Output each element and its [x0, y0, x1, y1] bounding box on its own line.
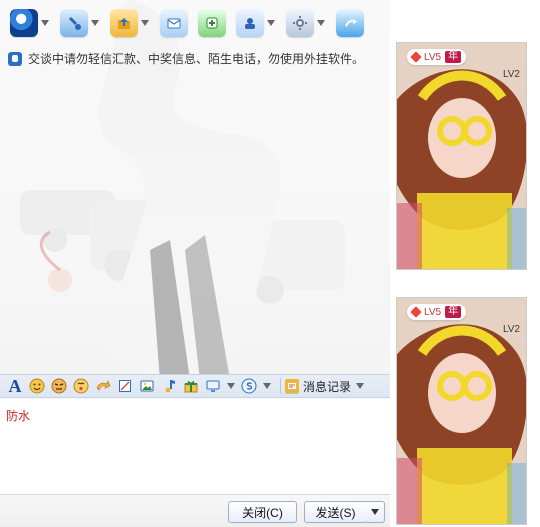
heart-icon [410, 306, 422, 318]
screen-share-button[interactable] [204, 377, 222, 395]
file-transfer-icon [110, 9, 138, 37]
shake-icon [96, 380, 111, 391]
chat-window: 交谈中请勿轻信汇款、中奖信息、陌生电话，勿使用外挂软件。 A 消息记录 防水 关… [0, 0, 540, 527]
image-icon [140, 380, 154, 392]
bottom-bar: 关闭(C) 发送(S) [0, 494, 390, 527]
level-text: LV5 [424, 306, 442, 318]
settings-button[interactable] [284, 6, 328, 40]
voice-icon [60, 9, 88, 37]
screenshot-icon [119, 380, 131, 392]
video-call-button[interactable] [8, 6, 52, 40]
team-button[interactable] [234, 6, 278, 40]
security-notice-text: 交谈中请勿轻信汇款、中奖信息、陌生电话，勿使用外挂软件。 [28, 52, 365, 66]
font-icon: A [8, 376, 22, 396]
music-button[interactable] [160, 377, 178, 395]
file-transfer-button[interactable] [108, 6, 152, 40]
message-record-button[interactable]: 消息记录 [280, 377, 369, 395]
share-icon [336, 9, 364, 37]
level-text: LV5 [424, 51, 442, 63]
send-button[interactable]: 发送(S) [304, 501, 367, 523]
screen-share-icon [206, 380, 220, 392]
voice-call-button[interactable] [58, 6, 102, 40]
payment-button[interactable] [240, 377, 258, 395]
settings-icon [286, 9, 314, 37]
mail-icon [160, 9, 188, 37]
chevron-down-icon[interactable] [40, 18, 50, 28]
shield-icon [8, 51, 22, 66]
music-icon [165, 380, 175, 393]
mail-button[interactable] [158, 6, 190, 40]
sticker-icon [73, 378, 89, 394]
corner-level: LV2 [502, 324, 520, 335]
video-icon [10, 9, 38, 37]
message-record-icon [285, 379, 299, 393]
sticker-button[interactable] [72, 377, 90, 395]
smile-icon [29, 378, 45, 394]
share-button[interactable] [334, 6, 366, 40]
chevron-down-icon[interactable] [90, 18, 100, 28]
self-photo: LV5 年 LV2 [396, 297, 527, 525]
heart-icon [410, 51, 422, 63]
team-icon [236, 9, 264, 37]
chat-history-area[interactable] [0, 72, 390, 372]
contact-photo: LV5 年 LV2 [396, 42, 527, 270]
chevron-down-icon [371, 509, 379, 515]
chevron-down-icon [355, 381, 365, 391]
right-panel: LV5 年 LV2 LV5 年 LV2 [390, 0, 540, 527]
gift-button[interactable] [182, 377, 200, 395]
screenshot-button[interactable] [116, 377, 134, 395]
image-button[interactable] [138, 377, 156, 395]
emoji-button[interactable] [28, 377, 46, 395]
close-button[interactable]: 关闭(C) [228, 501, 297, 523]
chevron-down-icon[interactable] [316, 18, 326, 28]
shake-button[interactable] [94, 377, 112, 395]
level-badge: LV5 年 [407, 49, 467, 65]
font-button[interactable]: A [6, 377, 24, 395]
top-toolbar [0, 0, 390, 46]
add-app-icon [198, 9, 226, 37]
message-input-text[interactable]: 防水 [6, 407, 30, 424]
chevron-down-icon[interactable] [266, 18, 276, 28]
send-options-dropdown[interactable] [366, 501, 385, 523]
gift-icon [184, 381, 198, 393]
add-app-button[interactable] [196, 6, 228, 40]
message-input-area[interactable]: 防水 [0, 399, 390, 494]
security-notice: 交谈中请勿轻信汇款、中奖信息、陌生电话，勿使用外挂软件。 [8, 50, 364, 67]
level-badge: LV5 年 [407, 304, 467, 320]
format-toolbar: A 消息记录 [0, 374, 390, 398]
chevron-down-icon[interactable] [262, 381, 272, 391]
chevron-down-icon[interactable] [140, 18, 150, 28]
year-badge: 年 [445, 51, 462, 63]
chevron-down-icon[interactable] [226, 381, 236, 391]
year-badge: 年 [445, 306, 462, 318]
message-record-label: 消息记录 [303, 379, 352, 394]
magic-emoji-icon [51, 378, 67, 394]
corner-level: LV2 [502, 69, 520, 80]
payment-icon [241, 378, 257, 394]
magic-emoji-button[interactable] [50, 377, 68, 395]
